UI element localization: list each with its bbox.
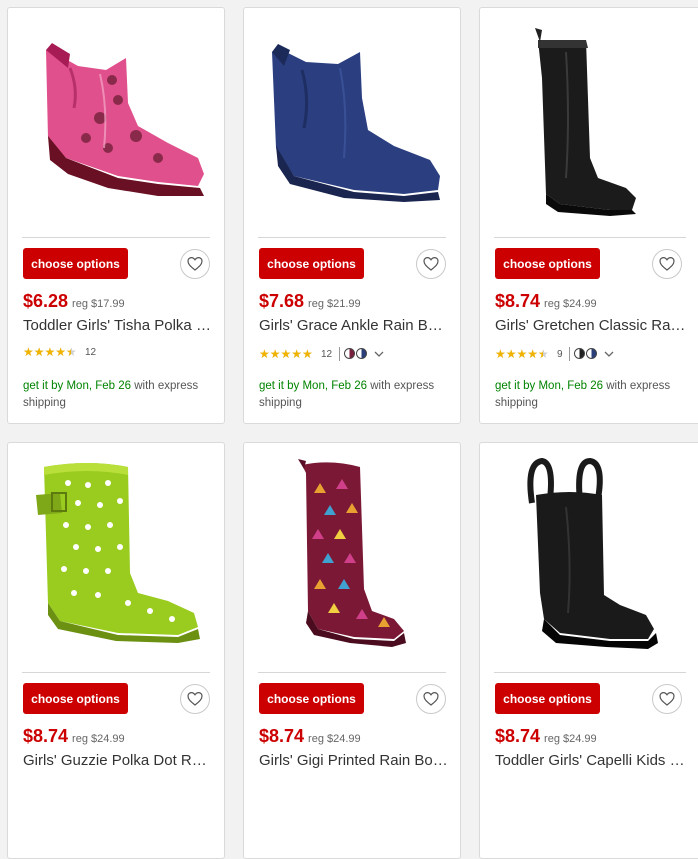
divider	[258, 237, 446, 238]
favorite-button[interactable]	[416, 249, 446, 279]
product-card[interactable]: choose options $8.74 reg $24.99 Toddler G…	[479, 442, 698, 859]
price-line: $8.74 reg $24.99	[259, 726, 361, 747]
choose-options-button[interactable]: choose options	[259, 683, 364, 714]
product-title[interactable]: Girls' Guzzie Polka Dot Rain Boots	[23, 752, 215, 769]
favorite-button[interactable]	[652, 684, 682, 714]
favorite-button[interactable]	[652, 249, 682, 279]
product-image[interactable]	[244, 443, 460, 671]
color-swatches[interactable]	[569, 347, 598, 361]
color-swatches[interactable]	[338, 347, 368, 361]
choose-options-button[interactable]: choose options	[495, 248, 600, 279]
product-title[interactable]: Toddler Girls' Capelli Kids Rain Boots	[495, 752, 687, 769]
heart-outline-icon	[659, 691, 675, 706]
sale-price: $8.74	[495, 726, 541, 746]
product-image[interactable]	[480, 443, 698, 671]
regular-price: reg $21.99	[308, 298, 361, 310]
price-line: $6.28 reg $17.99	[23, 291, 125, 312]
product-card[interactable]: choose options $8.74 reg $24.99 Girls' Gu…	[7, 442, 225, 859]
regular-price: reg $24.99	[544, 298, 597, 310]
choose-options-button[interactable]: choose options	[495, 683, 600, 714]
delivery-info: get it by Mon, Feb 26 with express shipp…	[495, 378, 690, 412]
review-count: 12	[321, 348, 333, 360]
color-swatch[interactable]	[355, 348, 367, 359]
product-card[interactable]: choose options $8.74 reg $24.99 Girls' Gr…	[479, 7, 698, 424]
color-swatch[interactable]	[574, 348, 586, 359]
product-image[interactable]	[8, 443, 224, 671]
product-card[interactable]: choose options $8.74 reg $24.99 Girls' Gi…	[243, 442, 461, 859]
sale-price: $8.74	[23, 726, 69, 746]
product-card[interactable]: choose options $6.28 reg $17.99 Toddler G…	[7, 7, 225, 424]
color-swatch[interactable]	[586, 348, 598, 359]
sale-price: $6.28	[23, 291, 69, 311]
divider	[494, 237, 686, 238]
delivery-info: get it by Mon, Feb 26 with express shipp…	[259, 378, 454, 412]
price-line: $8.74 reg $24.99	[23, 726, 125, 747]
star-rating: ★★★★★★★★★★	[495, 348, 549, 360]
rating-row[interactable]: ★★★★★★★★★★ 12	[259, 347, 384, 363]
divider	[258, 672, 446, 673]
product-image[interactable]	[480, 8, 698, 236]
delivery-info: get it by Mon, Feb 26 with express shipp…	[23, 378, 218, 412]
review-count: 9	[557, 348, 563, 360]
heart-outline-icon	[187, 256, 203, 271]
choose-options-button[interactable]: choose options	[23, 248, 128, 279]
color-swatch[interactable]	[343, 348, 355, 359]
product-card[interactable]: choose options $7.68 reg $21.99 Girls' Gr…	[243, 7, 461, 424]
chevron-down-icon[interactable]	[374, 351, 384, 358]
regular-price: reg $24.99	[308, 733, 361, 745]
sale-price: $8.74	[495, 291, 541, 311]
product-title[interactable]: Girls' Grace Ankle Rain Boots	[259, 317, 451, 334]
divider	[494, 672, 686, 673]
product-image[interactable]	[8, 8, 224, 236]
sale-price: $8.74	[259, 726, 305, 746]
choose-options-button[interactable]: choose options	[259, 248, 364, 279]
price-line: $8.74 reg $24.99	[495, 726, 597, 747]
star-rating: ★★★★★★★★★★	[23, 347, 77, 358]
favorite-button[interactable]	[180, 249, 210, 279]
divider	[22, 237, 210, 238]
favorite-button[interactable]	[416, 684, 446, 714]
heart-outline-icon	[659, 256, 675, 271]
price-line: $8.74 reg $24.99	[495, 291, 597, 312]
product-title[interactable]: Girls' Gigi Printed Rain Boots	[259, 752, 451, 769]
delivery-date: get it by Mon, Feb 26	[23, 380, 132, 392]
divider	[22, 672, 210, 673]
regular-price: reg $24.99	[544, 733, 597, 745]
regular-price: reg $17.99	[72, 298, 125, 310]
rating-row[interactable]: ★★★★★★★★★★ 9	[495, 347, 614, 363]
product-title[interactable]: Girls' Gretchen Classic Rain Boots	[495, 317, 687, 334]
delivery-date: get it by Mon, Feb 26	[259, 380, 368, 392]
rating-row[interactable]: ★★★★★★★★★★ 12	[23, 347, 96, 363]
heart-outline-icon	[423, 256, 439, 271]
heart-outline-icon	[423, 691, 439, 706]
product-title[interactable]: Toddler Girls' Tisha Polka Dot Rain Boot…	[23, 317, 215, 334]
sale-price: $7.68	[259, 291, 305, 311]
heart-outline-icon	[187, 691, 203, 706]
chevron-down-icon[interactable]	[604, 351, 614, 358]
favorite-button[interactable]	[180, 684, 210, 714]
price-line: $7.68 reg $21.99	[259, 291, 361, 312]
star-rating: ★★★★★★★★★★	[259, 348, 313, 360]
choose-options-button[interactable]: choose options	[23, 683, 128, 714]
regular-price: reg $24.99	[72, 733, 125, 745]
review-count: 12	[85, 347, 97, 358]
product-image[interactable]	[244, 8, 460, 236]
delivery-date: get it by Mon, Feb 26	[495, 380, 604, 392]
